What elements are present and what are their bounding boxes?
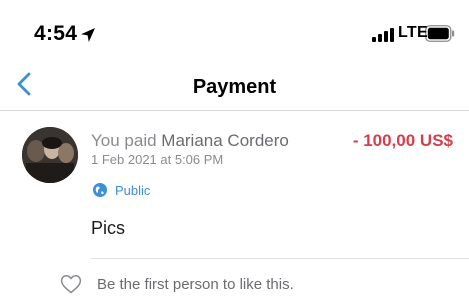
like-row: Be the first person to like this. <box>60 272 294 296</box>
avatar-photo <box>22 127 78 183</box>
globe-icon <box>93 183 107 197</box>
payment-note: Pics <box>91 218 126 238</box>
payee-name[interactable]: Mariana Cordero <box>161 131 289 150</box>
avatar[interactable] <box>22 127 78 183</box>
visibility-label: Public <box>115 182 151 198</box>
payment-summary: You paid Mariana Cordero <box>91 131 289 151</box>
payment-date: 1 Feb 2021 at 5:06 PM <box>91 152 224 167</box>
navigation-bar: Payment <box>0 58 469 111</box>
status-time: 4:54 <box>34 22 78 45</box>
visibility-badge[interactable]: Public <box>93 181 150 199</box>
page-title: Payment <box>192 76 277 98</box>
paid-prefix: You paid <box>91 131 162 150</box>
network-type: LTE <box>398 24 428 41</box>
signal-bars-icon <box>372 28 394 42</box>
like-prompt: Be the first person to like this. <box>97 275 294 293</box>
heart-outline-icon[interactable] <box>60 274 82 294</box>
battery-icon <box>425 25 455 42</box>
status-bar: 4:54 LTE <box>0 0 469 58</box>
divider <box>91 258 469 259</box>
location-arrow-icon <box>81 28 95 42</box>
payment-amount: - 100,00 US$ <box>352 131 453 150</box>
